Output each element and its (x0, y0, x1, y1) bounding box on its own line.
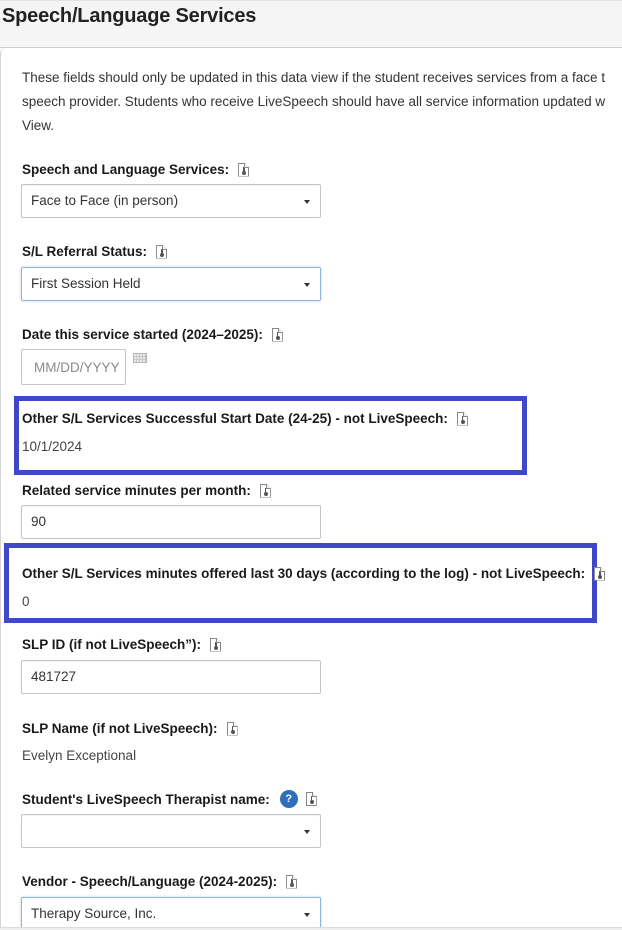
help-icon[interactable]: ? (279, 790, 298, 808)
services-select-value: Face to Face (in person) (31, 193, 179, 208)
minutes-offered-value: 0 (22, 594, 30, 609)
document-info-icon[interactable] (305, 792, 317, 806)
successful-start-date-value: 10/1/2024 (22, 439, 83, 454)
document-info-icon[interactable] (259, 483, 271, 498)
vendor-select[interactable]: Therapy Source, Inc. (21, 897, 321, 930)
vendor-label: Vendor - Speech/Language (2024-2025): (22, 874, 298, 889)
panel-title: Speech/Language Services (2, 5, 257, 27)
minutes-per-month-label: Related service minutes per month: (22, 483, 271, 498)
document-info-icon[interactable] (210, 637, 222, 652)
chevron-down-icon (304, 913, 310, 917)
successful-start-date-label: Other S/L Services Successful Start Date… (22, 411, 468, 426)
slp-id-input[interactable]: 481727 (21, 660, 321, 694)
services-select[interactable]: Face to Face (in person) (21, 184, 321, 218)
minutes-per-month-value: 90 (31, 514, 47, 529)
document-info-icon[interactable] (286, 874, 298, 889)
vendor-select-value: Therapy Source, Inc. (31, 906, 157, 921)
slp-id-value: 481727 (31, 669, 77, 684)
panel-header: Speech/Language Services (0, 0, 622, 48)
intro-line: These fields should only be updated in t… (22, 70, 606, 85)
document-info-icon[interactable] (238, 162, 250, 177)
referral-status-select-value: First Session Held (31, 276, 141, 291)
referral-status-select[interactable]: First Session Held (21, 267, 321, 301)
date-started-label: Date this service started (2024–2025): (22, 327, 283, 342)
calendar-icon[interactable] (133, 353, 147, 363)
intro-text: These fields should only be updated in t… (22, 66, 622, 138)
services-label: Speech and Language Services: (22, 162, 250, 177)
intro-line: speech provider. Students who receive Li… (22, 94, 606, 109)
highlight-box-minutes-offered (4, 543, 597, 623)
chevron-down-icon (304, 200, 310, 204)
date-started-input[interactable] (21, 349, 126, 385)
slp-id-label: SLP ID (if not LiveSpeech”): (22, 637, 222, 652)
slp-name-label: SLP Name (if not LiveSpeech): (22, 721, 238, 736)
therapist-name-label: Student's LiveSpeech Therapist name: ? (22, 790, 317, 808)
document-info-icon[interactable] (156, 244, 168, 259)
minutes-per-month-input[interactable]: 90 (21, 505, 321, 539)
chevron-down-icon (304, 830, 310, 834)
document-info-icon[interactable] (226, 721, 238, 736)
intro-line: View. (22, 118, 55, 133)
highlight-box-start-date (14, 396, 527, 475)
chevron-down-icon (304, 283, 310, 287)
document-info-icon[interactable] (594, 566, 606, 581)
speech-language-services-page: Speech/Language Services These fields sh… (0, 0, 622, 930)
referral-status-label: S/L Referral Status: (22, 244, 168, 259)
document-info-icon[interactable] (456, 411, 468, 426)
minutes-offered-label: Other S/L Services minutes offered last … (22, 566, 606, 581)
document-info-icon[interactable] (271, 327, 283, 342)
slp-name-value: Evelyn Exceptional (22, 748, 137, 763)
therapist-name-select[interactable] (21, 814, 321, 848)
